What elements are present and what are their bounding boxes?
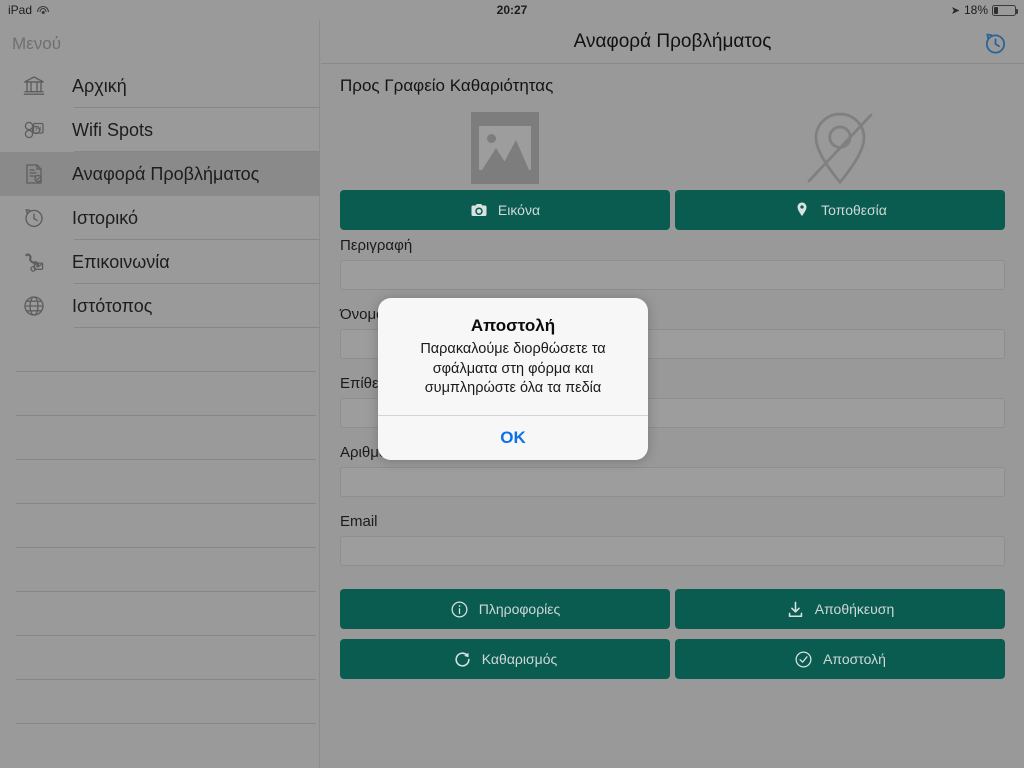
preview-row [340, 105, 1005, 190]
sidebar-item-label: Ιστορικό [72, 207, 139, 228]
alert-dialog-title: Αποστολή [470, 316, 556, 335]
sidebar-item-3[interactable]: Αναφορά Προβλήματος [0, 152, 320, 196]
history-clock-icon [16, 206, 52, 230]
sidebar-item-1[interactable]: Αρχική [0, 64, 320, 108]
action-button-row-1: Πληροφορίες Αποθήκευση [340, 589, 1005, 629]
sidebar-empty-row [0, 372, 320, 416]
battery-icon [992, 4, 1018, 16]
sidebar: Μενού Αρχική FI Wifi Spots Αναφορά Προβλήμα… [0, 20, 320, 768]
sidebar-item-label: Ιστότοπος [72, 295, 153, 316]
field-label-1: Περιγραφή [340, 237, 413, 254]
image-placeholder-icon [471, 111, 539, 184]
check-circle-icon [794, 650, 813, 669]
sidebar-menu-list: Αρχική FI Wifi Spots Αναφορά Προβλήματος Ιστ… [0, 64, 320, 724]
sidebar-item-6[interactable]: Ιστότοπος [0, 284, 320, 328]
contact-phone-icon [16, 250, 52, 274]
alert-ok-button[interactable]: OK [378, 416, 648, 460]
sidebar-item-5[interactable]: Επικοινωνία [0, 240, 320, 284]
field-label-5: Email [340, 513, 378, 530]
bank-icon [16, 74, 52, 98]
page-title: Αναφορά Προβλήματος [573, 31, 772, 52]
sidebar-title: Μενού [12, 34, 61, 53]
info-button-label: Πληροφορίες [478, 601, 561, 617]
download-save-icon [786, 600, 805, 619]
status-bar-clock: 20:27 [496, 3, 528, 17]
clear-button[interactable]: Καθαρισμός [340, 639, 670, 679]
info-icon [450, 600, 469, 619]
sidebar-item-label: Επικοινωνία [72, 251, 170, 272]
action-button-row-2: Καθαρισμός Αποστολή [340, 639, 1005, 679]
history-restore-icon[interactable] [982, 30, 1008, 56]
field-input-5[interactable] [340, 536, 1005, 566]
navbar: Αναφορά Προβλήματος [321, 20, 1024, 64]
location-button[interactable]: Τοποθεσία [675, 190, 1005, 230]
location-off-icon [807, 112, 873, 184]
status-bar: iPad 20:27 ➤ 18% [0, 0, 1024, 20]
field-input-1[interactable] [340, 260, 1005, 290]
sidebar-empty-row [0, 460, 320, 504]
sidebar-separator [16, 723, 316, 724]
info-button[interactable]: Πληροφορίες [340, 589, 670, 629]
location-arrow-icon: ➤ [950, 4, 960, 17]
report-document-icon [16, 162, 52, 186]
map-pin-icon [793, 201, 811, 219]
svg-text:FI: FI [35, 126, 41, 133]
media-button-row: Εικόνα Τοποθεσία [340, 190, 1005, 230]
refresh-clear-icon [453, 650, 472, 669]
image-button[interactable]: Εικόνα [340, 190, 670, 230]
sidebar-empty-row [0, 548, 320, 592]
sidebar-item-label: Wifi Spots [72, 119, 154, 140]
ipad-screen: iPad 20:27 ➤ 18% Μενού Αρχική FI Wifi Spot… [0, 0, 1024, 768]
globe-icon [16, 294, 52, 318]
alert-dialog-message: Παρακαλούμε διορθώσετε τα σφάλματα στη φ… [420, 341, 606, 397]
sidebar-item-label: Αρχική [72, 75, 127, 96]
section-title: Προς Γραφείο Καθαριότητας [340, 76, 554, 95]
save-button[interactable]: Αποθήκευση [675, 589, 1005, 629]
save-button-label: Αποθήκευση [814, 601, 895, 617]
alert-dialog-body: Αποστολή Παρακαλούμε διορθώσετε τα σφάλμ… [378, 298, 648, 415]
alert-dialog: Αποστολή Παρακαλούμε διορθώσετε τα σφάλμ… [378, 298, 648, 460]
submit-button[interactable]: Αποστολή [675, 639, 1005, 679]
image-preview-cell [340, 105, 670, 190]
sidebar-empty-row [0, 592, 320, 636]
sidebar-empty-row [0, 416, 320, 460]
sidebar-item-4[interactable]: Ιστορικό [0, 196, 320, 240]
clear-button-label: Καθαρισμός [481, 651, 558, 667]
battery-percent-label: 18% [963, 3, 988, 17]
location-preview-cell [675, 105, 1005, 190]
location-button-label: Τοποθεσία [821, 202, 887, 218]
sidebar-item-2[interactable]: FI Wifi Spots [0, 108, 320, 152]
wifi-spot-icon: FI [16, 118, 52, 142]
status-bar-right: ➤ 18% [950, 3, 1018, 17]
sidebar-item-label: Αναφορά Προβλήματος [72, 163, 260, 184]
image-button-label: Εικόνα [497, 202, 541, 218]
sidebar-empty-row [0, 504, 320, 548]
field-input-4[interactable] [340, 467, 1005, 497]
camera-icon [470, 201, 488, 219]
sidebar-empty-row [0, 636, 320, 680]
sidebar-empty-row [0, 680, 320, 724]
sidebar-empty-row [0, 328, 320, 372]
submit-button-label: Αποστολή [823, 651, 886, 667]
